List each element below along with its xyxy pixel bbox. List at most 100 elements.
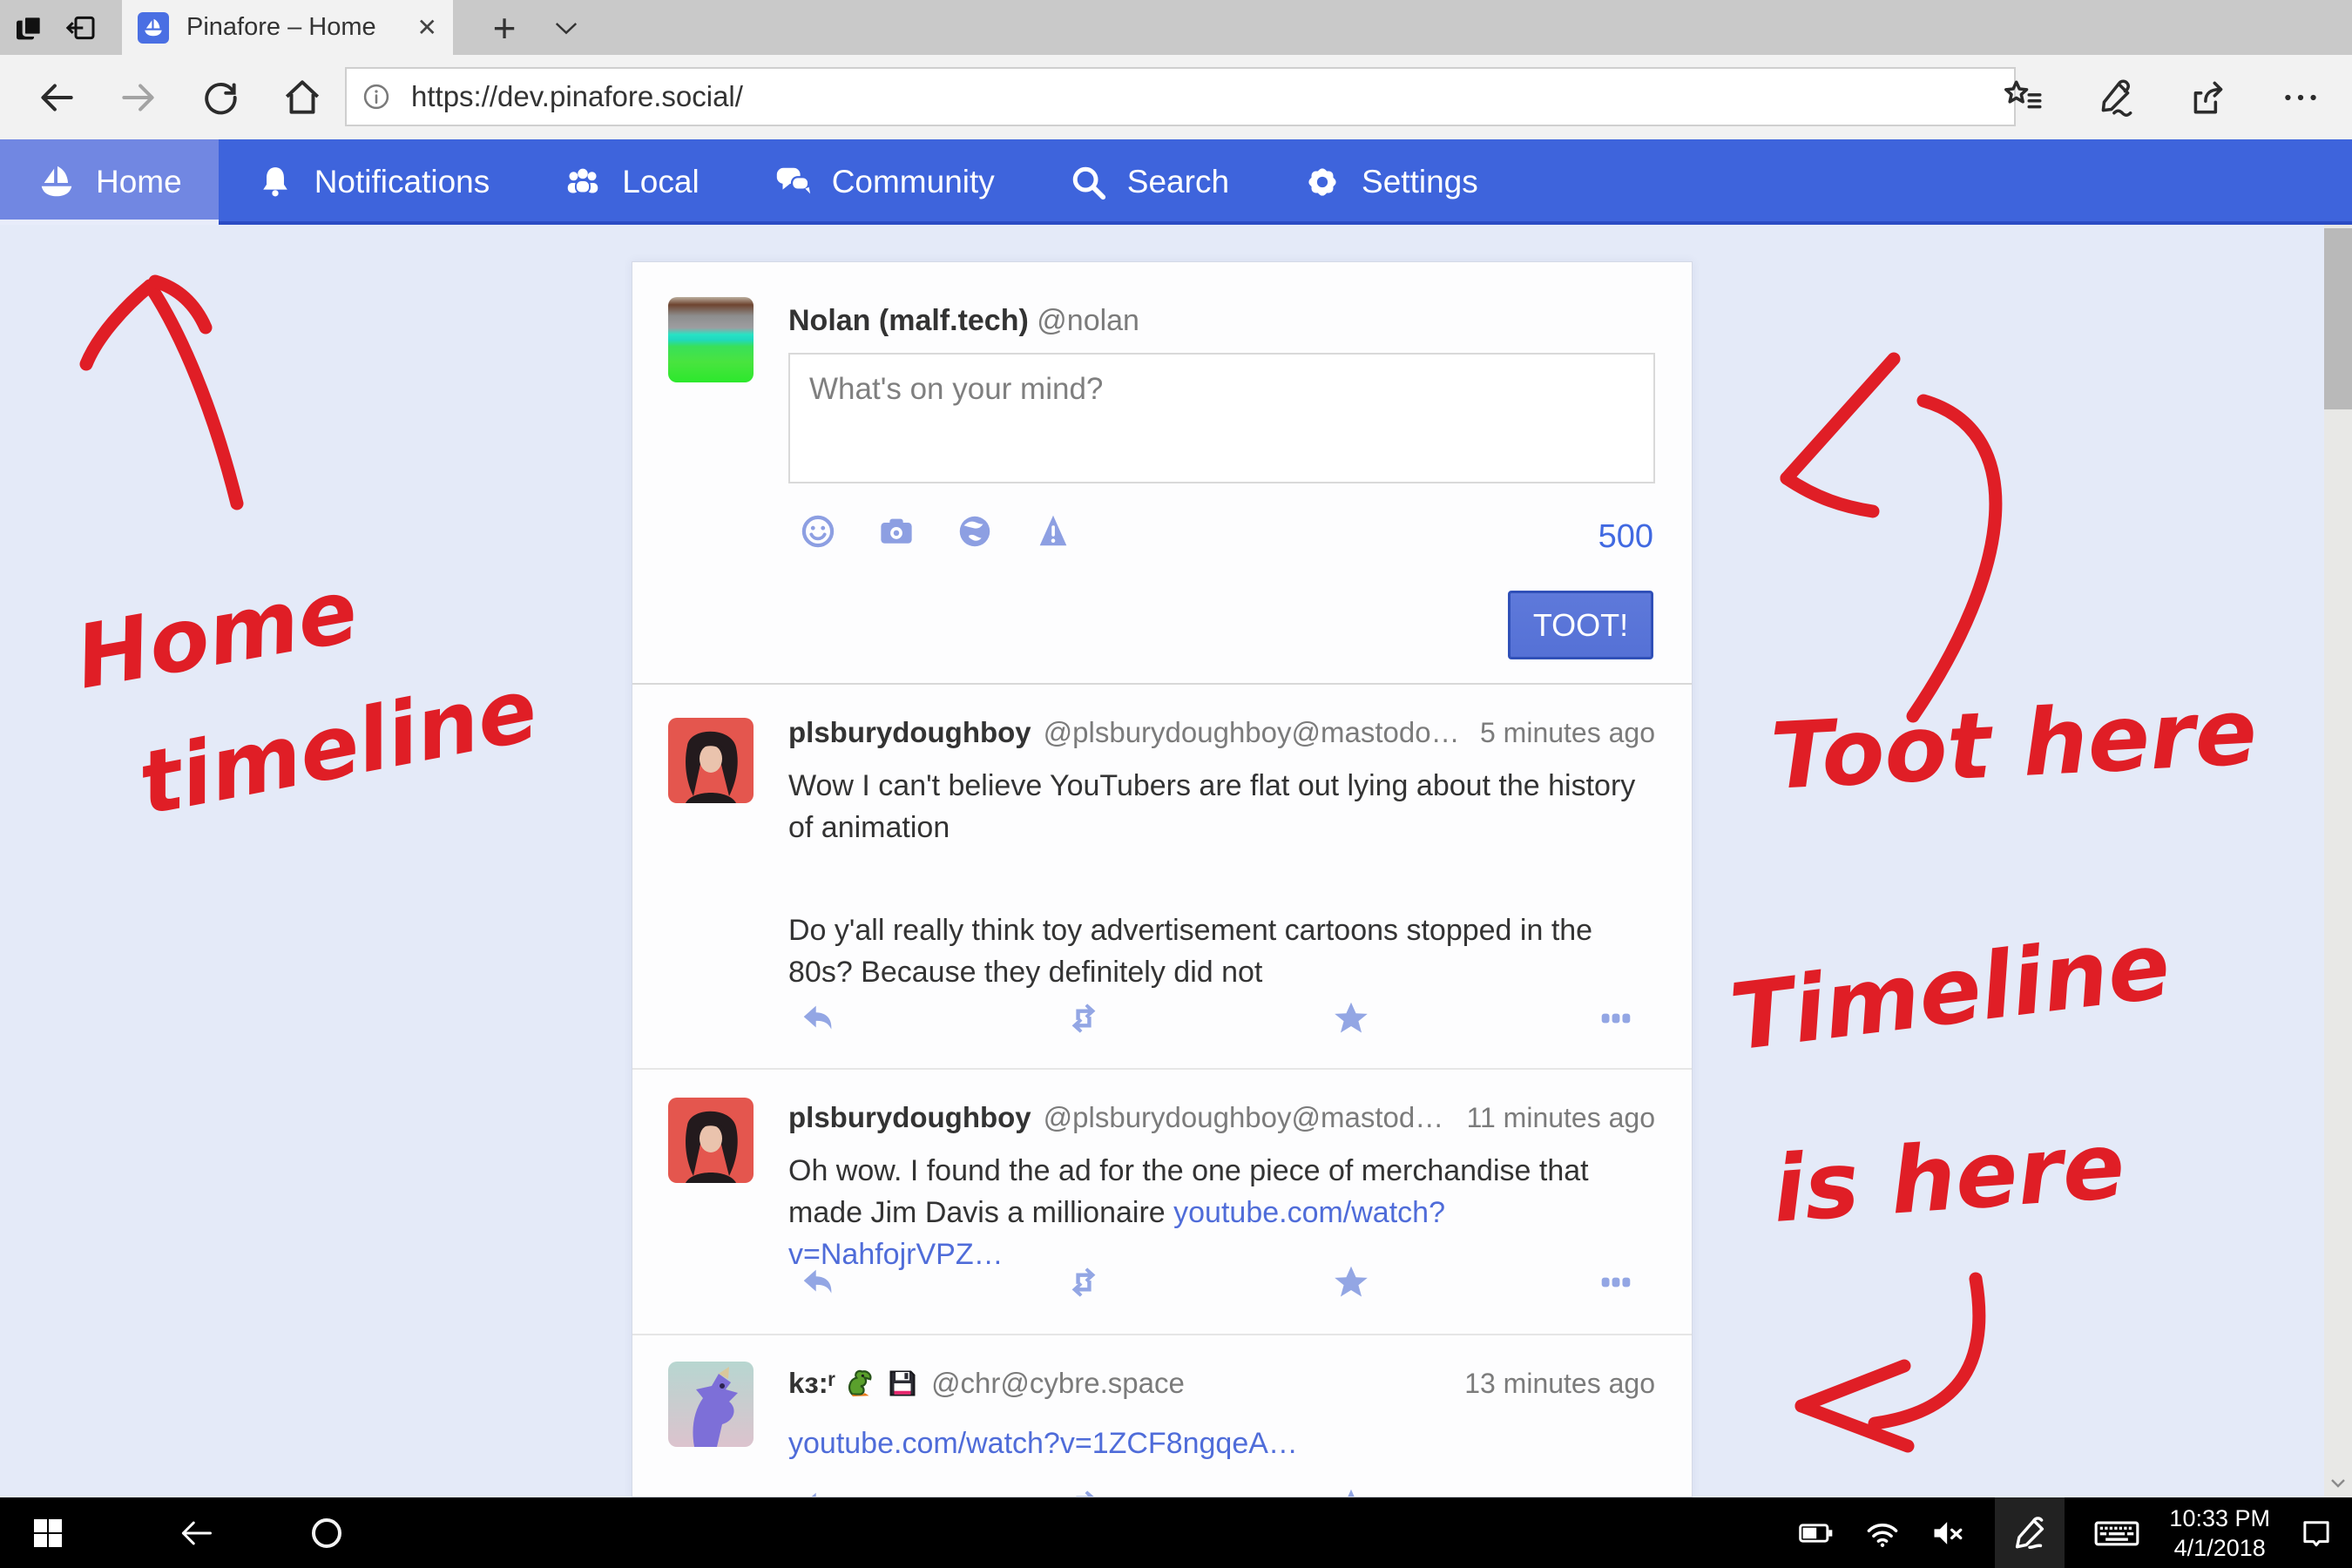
toot-username[interactable]: plsburydoughboy xyxy=(788,1101,1031,1134)
tab-title: Pinafore – Home xyxy=(186,13,407,42)
toot-timestamp[interactable]: 5 minutes ago xyxy=(1463,717,1655,749)
taskbar-back-button[interactable] xyxy=(148,1497,244,1568)
compose-avatar xyxy=(668,297,754,382)
gear-icon xyxy=(1302,162,1342,202)
home-icon[interactable] xyxy=(280,76,324,119)
browser-toolbar: https://dev.pinafore.social/ xyxy=(0,55,2352,139)
more-actions-icon[interactable] xyxy=(2279,76,2322,119)
toot-paragraph: Wow I can't believe YouTubers are flat o… xyxy=(788,765,1655,848)
content-warning-icon[interactable] xyxy=(1033,511,1073,551)
scrollbar-down-arrow-icon[interactable] xyxy=(2326,1472,2350,1493)
toot-link[interactable]: youtube.com/watch?v=1ZCF8ngqeA… xyxy=(788,1427,1298,1460)
browser-tab-pinafore[interactable]: Pinafore – Home ✕ xyxy=(122,0,453,55)
volume-muted-icon[interactable] xyxy=(1929,1513,1969,1553)
boost-icon[interactable] xyxy=(1064,1262,1104,1302)
reply-icon[interactable] xyxy=(798,998,838,1038)
forward-icon[interactable] xyxy=(117,76,160,119)
compose-display-name: Nolan (malf.tech) xyxy=(788,304,1029,337)
toot-username[interactable]: kз:ʳ xyxy=(788,1367,835,1400)
favorite-star-icon[interactable] xyxy=(1331,1262,1371,1302)
pinafore-favicon xyxy=(138,12,169,44)
reply-icon[interactable] xyxy=(798,1262,838,1302)
address-bar[interactable]: https://dev.pinafore.social/ xyxy=(345,67,2016,126)
tab-list-chevron-icon[interactable] xyxy=(542,0,591,55)
screen: Pinafore – Home ✕ + xyxy=(0,0,2352,1568)
compose-input[interactable] xyxy=(788,353,1655,483)
floppy-disk-emoji xyxy=(886,1367,919,1400)
new-tab-button[interactable]: + xyxy=(477,0,531,55)
battery-icon[interactable] xyxy=(1796,1513,1836,1553)
restore-tabs-icon[interactable] xyxy=(59,7,101,49)
nav-label-settings: Settings xyxy=(1362,164,1478,200)
pinafore-nav-bar: Home Notifications Local xyxy=(0,139,2352,225)
set-tabs-aside-icon[interactable] xyxy=(9,7,51,49)
action-center-icon[interactable] xyxy=(2296,1513,2336,1553)
taskbar-time: 10:33 PM xyxy=(2169,1504,2270,1533)
toot-content: Oh wow. I found the ad for the one piece… xyxy=(788,1150,1655,1275)
attach-media-icon[interactable] xyxy=(876,511,916,551)
nav-item-search[interactable]: Search xyxy=(1031,139,1266,225)
site-info-icon[interactable] xyxy=(361,81,392,112)
toot-content: youtube.com/watch?v=1ZCF8ngqeA… xyxy=(788,1423,1655,1464)
cortana-button[interactable] xyxy=(279,1497,375,1568)
privacy-globe-icon[interactable] xyxy=(955,511,995,551)
page-content: Nolan (malf.tech) @nolan xyxy=(0,225,2352,1497)
boost-icon[interactable] xyxy=(1064,1485,1104,1497)
more-options-icon[interactable] xyxy=(1596,1262,1636,1302)
nav-label-home: Home xyxy=(96,164,182,200)
toot-timestamp[interactable]: 13 minutes ago xyxy=(1447,1368,1655,1400)
toot-submit-button[interactable]: TOOT! xyxy=(1508,591,1653,659)
emoji-picker-icon[interactable] xyxy=(798,511,838,551)
toot-handle[interactable]: @plsburydoughboy@mastodon.so… xyxy=(1044,716,1463,749)
taskbar-clock[interactable]: 10:33 PM 4/1/2018 xyxy=(2169,1504,2270,1563)
scrollbar-thumb[interactable] xyxy=(2324,228,2352,409)
url-text[interactable]: https://dev.pinafore.social/ xyxy=(411,80,743,113)
char-remaining-count: 500 xyxy=(1598,518,1653,556)
toot-timestamp[interactable]: 11 minutes ago xyxy=(1450,1102,1655,1134)
toot-handle[interactable]: @plsburydoughboy@mastodon.s… xyxy=(1044,1101,1450,1134)
browser-tab-bar: Pinafore – Home ✕ + xyxy=(0,0,2352,55)
tab-close-icon[interactable]: ✕ xyxy=(417,13,437,42)
nav-item-home[interactable]: Home xyxy=(0,139,219,225)
back-icon[interactable] xyxy=(35,76,78,119)
nav-item-notifications[interactable]: Notifications xyxy=(219,139,527,225)
toot-item-3: kз:ʳ @chr@cybre.space 13 minutes xyxy=(632,1335,1692,1497)
toot-avatar[interactable] xyxy=(668,718,754,803)
toot-paragraph: Do y'all really think toy advertisement … xyxy=(788,909,1655,993)
toot-username[interactable]: plsburydoughboy xyxy=(788,716,1031,749)
scrollbar-track[interactable] xyxy=(2324,225,2352,1497)
compose-handle: @nolan xyxy=(1037,304,1139,337)
share-icon[interactable] xyxy=(2186,76,2230,119)
dragon-emoji xyxy=(844,1367,877,1400)
nav-item-local[interactable]: Local xyxy=(526,139,735,225)
windows-ink-pen-icon[interactable] xyxy=(1995,1497,2065,1568)
sailboat-icon xyxy=(37,162,77,202)
favorites-hub-icon[interactable] xyxy=(2002,76,2045,119)
nav-label-local: Local xyxy=(622,164,699,200)
timeline-column: Nolan (malf.tech) @nolan xyxy=(632,261,1693,1497)
chat-bubbles-icon xyxy=(773,162,813,202)
bell-icon xyxy=(255,162,295,202)
more-options-icon[interactable] xyxy=(1596,1485,1636,1497)
reply-icon[interactable] xyxy=(798,1485,838,1497)
favorite-star-icon[interactable] xyxy=(1331,998,1371,1038)
windows-taskbar: 10:33 PM 4/1/2018 xyxy=(0,1497,2352,1568)
taskbar-date: 4/1/2018 xyxy=(2169,1533,2270,1563)
web-note-pen-icon[interactable] xyxy=(2094,76,2138,119)
nav-item-settings[interactable]: Settings xyxy=(1266,139,1515,225)
more-options-icon[interactable] xyxy=(1596,998,1636,1038)
toot-handle[interactable]: @chr@cybre.space xyxy=(931,1367,1185,1400)
refresh-icon[interactable] xyxy=(199,76,242,119)
wifi-icon[interactable] xyxy=(1862,1513,1903,1553)
compose-box: Nolan (malf.tech) @nolan xyxy=(632,262,1692,685)
toot-avatar[interactable] xyxy=(668,1362,754,1447)
nav-item-community[interactable]: Community xyxy=(736,139,1031,225)
people-icon xyxy=(563,162,603,202)
boost-icon[interactable] xyxy=(1064,998,1104,1038)
compose-account-name: Nolan (malf.tech) @nolan xyxy=(788,304,1139,338)
touch-keyboard-icon[interactable] xyxy=(2091,1513,2143,1553)
start-button[interactable] xyxy=(0,1497,96,1568)
toot-item-1: plsburydoughboy @plsburydoughboy@mastodo… xyxy=(632,685,1692,1070)
favorite-star-icon[interactable] xyxy=(1331,1485,1371,1497)
toot-avatar[interactable] xyxy=(668,1098,754,1183)
